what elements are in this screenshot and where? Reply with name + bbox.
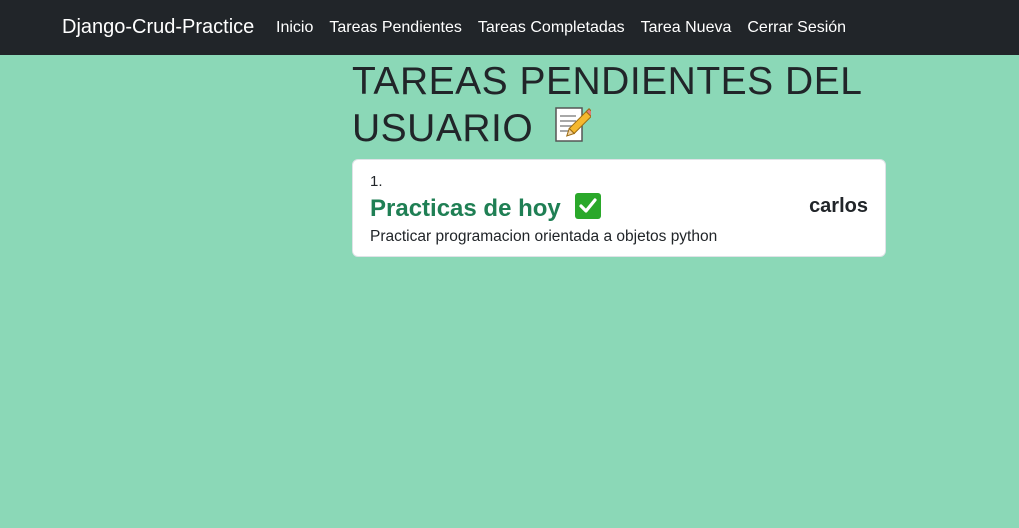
nav-link-tarea-nueva[interactable]: Tarea Nueva xyxy=(641,17,732,39)
nav-links: Inicio Tareas Pendientes Tareas Completa… xyxy=(276,17,862,39)
memo-icon xyxy=(551,105,595,145)
navbar: Django-Crud-Practice Inicio Tareas Pendi… xyxy=(0,0,1019,55)
nav-link-tareas-completadas[interactable]: Tareas Completadas xyxy=(478,17,625,39)
task-user: carlos xyxy=(809,195,868,217)
task-description: Practicar programacion orientada a objet… xyxy=(370,228,718,245)
task-title[interactable]: Practicas de hoy xyxy=(370,195,561,222)
nav-link-inicio[interactable]: Inicio xyxy=(276,17,313,39)
task-title-container: Practicas de hoy xyxy=(370,193,602,223)
task-number: 1. xyxy=(370,173,383,190)
nav-link-tareas-pendientes[interactable]: Tareas Pendientes xyxy=(329,17,462,39)
page-title-container: TAREAS PENDIENTES DEL USUARIO xyxy=(352,58,872,152)
brand-link[interactable]: Django-Crud-Practice xyxy=(62,14,254,41)
task-card[interactable]: 1. Practicas de hoy Practicar programaci… xyxy=(352,159,886,257)
page-title: TAREAS PENDIENTES DEL USUARIO xyxy=(352,60,861,150)
nav-link-cerrar-sesion[interactable]: Cerrar Sesión xyxy=(747,17,846,39)
check-mark-icon xyxy=(575,193,602,219)
